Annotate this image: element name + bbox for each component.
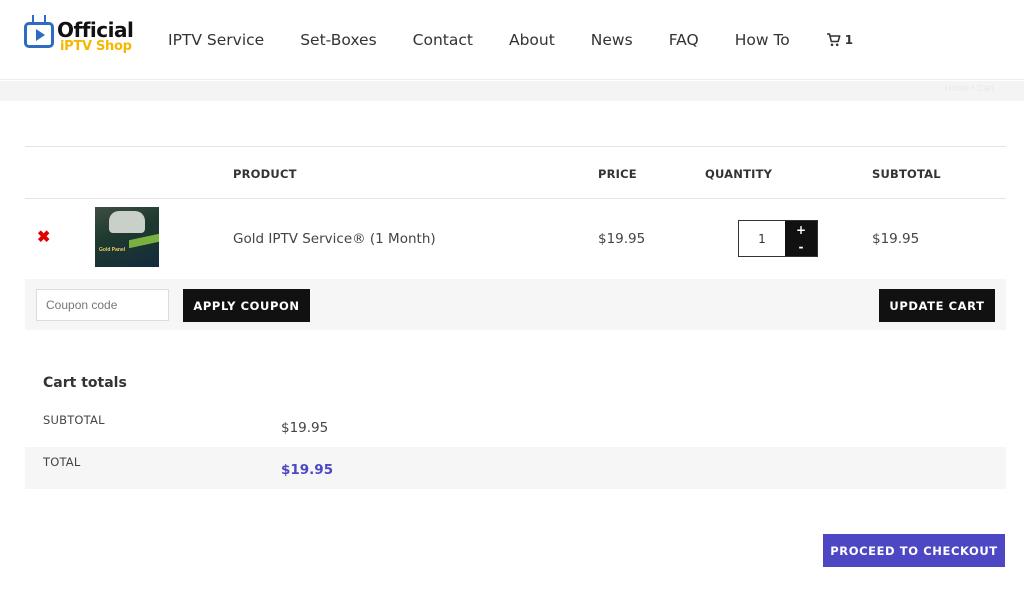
totals-subtotal-value: $19.95 — [281, 420, 329, 436]
cart-item-row: ✖ Gold Panel Gold IPTV Service® (1 Month… — [25, 199, 1006, 279]
totals-subtotal-label: SUBTOTAL — [43, 413, 105, 427]
cart-totals-title: Cart totals — [43, 375, 127, 391]
nav-item-how-to[interactable]: How To — [735, 30, 790, 50]
cart-actions: APPLY COUPON UPDATE CART — [25, 279, 1006, 330]
product-subtotal: $19.95 — [872, 231, 920, 247]
cart-count-badge: 1 — [844, 33, 854, 47]
cart-table: PRODUCT PRICE QUANTITY SUBTOTAL ✖ Gold P… — [25, 146, 1006, 330]
logo-text-official: Official — [57, 18, 134, 42]
column-header-quantity: QUANTITY — [705, 167, 773, 181]
thumbnail-banner — [129, 233, 159, 249]
main-nav: IPTV Service Set-Boxes Contact About New… — [150, 0, 853, 80]
quantity-input[interactable] — [739, 221, 785, 256]
quantity-increase-button[interactable]: + — [785, 221, 817, 239]
totals-row-total: TOTAL $19.95 — [25, 447, 1006, 489]
column-header-subtotal: SUBTOTAL — [872, 167, 941, 181]
logo-text-shop: iPTV Shop — [60, 39, 132, 54]
totals-total-value: $19.95 — [281, 462, 334, 478]
header-cart-link[interactable]: 1 — [826, 33, 853, 47]
update-cart-button[interactable]: UPDATE CART — [879, 289, 995, 322]
nav-item-news[interactable]: News — [591, 30, 633, 50]
breadcrumb: Home • Cart — [944, 83, 994, 93]
site-header: Official iPTV Shop IPTV Service Set-Boxe… — [0, 0, 1024, 80]
quantity-decrease-button[interactable]: - — [785, 239, 817, 257]
column-header-price: PRICE — [598, 167, 637, 181]
quantity-stepper: + - — [738, 220, 818, 257]
quantity-buttons: + - — [785, 221, 817, 256]
thumbnail-label: Gold Panel — [99, 247, 126, 253]
cart-table-header: PRODUCT PRICE QUANTITY SUBTOTAL — [25, 146, 1006, 199]
nav-item-faq[interactable]: FAQ — [669, 30, 699, 50]
nav-item-iptv-service[interactable]: IPTV Service — [168, 30, 264, 50]
column-header-product: PRODUCT — [233, 167, 297, 181]
nav-item-about[interactable]: About — [509, 30, 555, 50]
product-name-link[interactable]: Gold IPTV Service® (1 Month) — [233, 231, 436, 247]
product-price: $19.95 — [598, 231, 646, 247]
tv-play-icon — [24, 22, 54, 48]
site-logo[interactable]: Official iPTV Shop — [24, 15, 134, 60]
remove-item-icon[interactable]: ✖ — [37, 230, 51, 246]
totals-total-label: TOTAL — [43, 455, 81, 469]
product-thumbnail[interactable]: Gold Panel — [95, 207, 159, 267]
page-title-band: Home • Cart — [0, 81, 1024, 101]
proceed-to-checkout-button[interactable]: PROCEED TO CHECKOUT — [823, 534, 1005, 567]
thumbnail-artwork — [109, 211, 145, 233]
nav-item-set-boxes[interactable]: Set-Boxes — [300, 30, 376, 50]
cart-icon — [826, 33, 841, 47]
coupon-code-input[interactable] — [36, 289, 169, 321]
totals-row-subtotal: SUBTOTAL $19.95 — [25, 405, 1006, 447]
apply-coupon-button[interactable]: APPLY COUPON — [183, 289, 310, 322]
nav-item-contact[interactable]: Contact — [413, 30, 473, 50]
